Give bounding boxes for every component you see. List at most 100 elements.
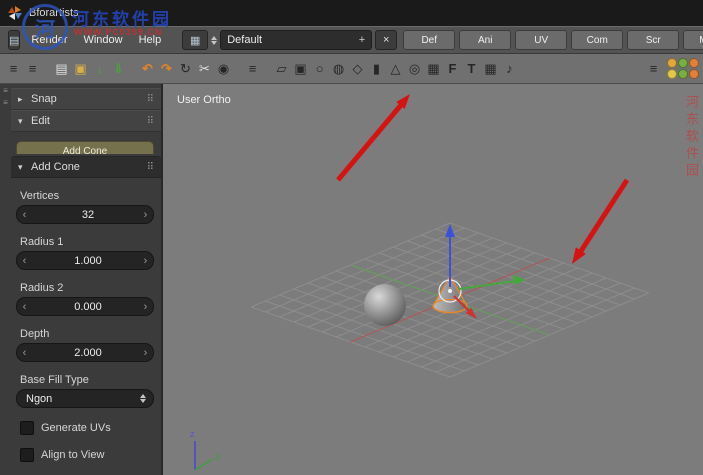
radius2-field[interactable]: ‹ 0.000 › [16,297,154,316]
layer-dot[interactable] [666,69,677,79]
add-cube-icon[interactable]: ▣ [291,59,310,79]
panel-grip-icon[interactable]: ⠿ [147,162,154,173]
editor-type-icon[interactable]: ▤ [8,30,21,50]
screen-tab-scr[interactable]: Scr [627,30,680,50]
3d-viewport[interactable]: z y User Ortho [163,84,703,475]
base-fill-value: Ngon [26,392,53,405]
layer-dot[interactable] [677,58,688,68]
add-grid-icon[interactable]: ▦ [424,59,443,79]
radius1-field[interactable]: ‹ 1.000 › [16,251,154,270]
add-plane-icon[interactable]: ▱ [272,59,291,79]
render-camera-icon[interactable]: ◉ [214,59,233,79]
depth-field[interactable]: ‹ 2.000 › [16,343,154,362]
axis-y-label: y [216,451,221,461]
layout-browse-icon[interactable]: ▦ [182,30,209,50]
add-icosphere-icon[interactable]: ◇ [348,59,367,79]
panel-grip-icon[interactable]: ⠿ [147,94,154,105]
menu-icon[interactable]: ≡ [23,59,42,79]
vertices-field[interactable]: ‹ 32 › [16,205,154,224]
screen-tab-uv[interactable]: UV [515,30,568,50]
layer-dot[interactable] [688,58,699,68]
generate-uvs-label: Generate UVs [41,422,111,434]
dropdown-arrows-icon [140,394,146,403]
menu-icon[interactable]: ≡ [243,59,262,79]
viewport-canvas[interactable]: z y [163,84,703,475]
screen-tab-com[interactable]: Com [571,30,624,50]
layer-dot[interactable] [688,69,699,79]
folder-icon[interactable]: ▣ [71,59,90,79]
add-speaker-icon[interactable]: ♪ [500,59,519,79]
panel-add-cone-header[interactable]: ▾ Add Cone ⠿ [11,156,161,178]
add-sphere-icon[interactable]: ◍ [329,59,348,79]
align-to-view-checkbox[interactable] [20,448,34,462]
metaball-dots-icon[interactable] [666,58,699,80]
panel-title: Add Cone [31,161,80,173]
view-mode-label: User Ortho [177,94,231,106]
repeat-history-icon[interactable]: ↻ [176,59,195,79]
radius2-value: 0.000 [74,300,102,313]
increment-arrow-icon[interactable]: › [138,301,153,313]
decrement-arrow-icon[interactable]: ‹ [17,209,32,221]
title-bar: Bforartists [0,0,703,26]
generate-uvs-row[interactable]: Generate UVs [20,421,161,435]
add-cone-icon[interactable]: △ [386,59,405,79]
layer-dot[interactable] [677,69,688,79]
paste-icon[interactable]: ▤ [52,59,71,79]
layer-dot[interactable] [666,58,677,68]
panel-edit-header[interactable]: ▾ Edit ⠿ [11,110,161,132]
layout-name-value: Default [227,34,263,46]
screen-tab-def[interactable]: Def [403,30,456,50]
redo-icon[interactable]: ↷ [157,59,176,79]
collapse-arrow-icon[interactable]: ▸ [18,94,26,105]
collapse-arrow-icon[interactable]: ▾ [18,116,26,127]
region-toggle-icon[interactable]: ≡ [3,98,8,107]
align-to-view-row[interactable]: Align to View [20,448,161,462]
add-cone-operator-button[interactable]: Add Cone [16,141,154,154]
scissors-icon[interactable]: ✂ [195,59,214,79]
delete-layout-button[interactable]: × [375,30,398,50]
add-layout-button[interactable]: + [355,34,365,46]
panel-snap-header[interactable]: ▸ Snap ⠿ [11,88,161,110]
radius1-label: Radius 1 [20,236,64,248]
sphere-object[interactable] [364,284,406,326]
radius1-value: 1.000 [74,254,102,267]
layout-stepper-icon[interactable] [211,35,218,45]
bforartists-logo-icon [8,6,22,20]
collapse-arrow-icon[interactable]: ▾ [18,162,26,173]
vertices-label: Vertices [20,190,60,202]
decrement-arrow-icon[interactable]: ‹ [17,255,32,267]
panel-grip-icon[interactable]: ⠿ [147,116,154,127]
base-fill-dropdown[interactable]: Ngon [16,389,154,408]
screen-tab-mot[interactable]: MoT [683,30,703,50]
gizmo-z-axis-arrow[interactable] [445,224,455,287]
menu-render[interactable]: Render [26,34,72,46]
menu-icon[interactable]: ≡ [644,59,663,79]
save-icon[interactable]: ↓ [90,59,109,79]
increment-arrow-icon[interactable]: › [138,255,153,267]
decrement-arrow-icon[interactable]: ‹ [17,301,32,313]
menu-window[interactable]: Window [78,34,127,46]
increment-arrow-icon[interactable]: › [138,209,153,221]
add-circle-icon[interactable]: ○ [310,59,329,79]
gizmo-center-dot[interactable] [448,289,452,293]
decrement-arrow-icon[interactable]: ‹ [17,347,32,359]
region-edge-strip: ≡ ≡ [0,86,11,107]
add-cylinder-icon[interactable]: ▮ [367,59,386,79]
undo-icon[interactable]: ↶ [138,59,157,79]
append-icon[interactable]: ⇓ [109,59,128,79]
add-torus-icon[interactable]: ◎ [405,59,424,79]
increment-arrow-icon[interactable]: › [138,347,153,359]
mini-axis-widget: z y [190,429,221,471]
region-toggle-icon[interactable]: ≡ [3,86,8,95]
panel-title: Edit [31,115,50,127]
add-lattice-icon[interactable]: ▦ [481,59,500,79]
layout-name-field[interactable]: Default + [220,30,373,50]
menu-help[interactable]: Help [134,34,167,46]
base-fill-type-label: Base Fill Type [20,374,89,386]
screen-tabs: Def Ani UV Com Scr MoT [403,30,703,50]
generate-uvs-checkbox[interactable] [20,421,34,435]
screen-tab-ani[interactable]: Ani [459,30,512,50]
add-text-icon[interactable]: F [443,59,462,79]
add-font-icon[interactable]: T [462,59,481,79]
menu-icon[interactable]: ≡ [4,59,23,79]
